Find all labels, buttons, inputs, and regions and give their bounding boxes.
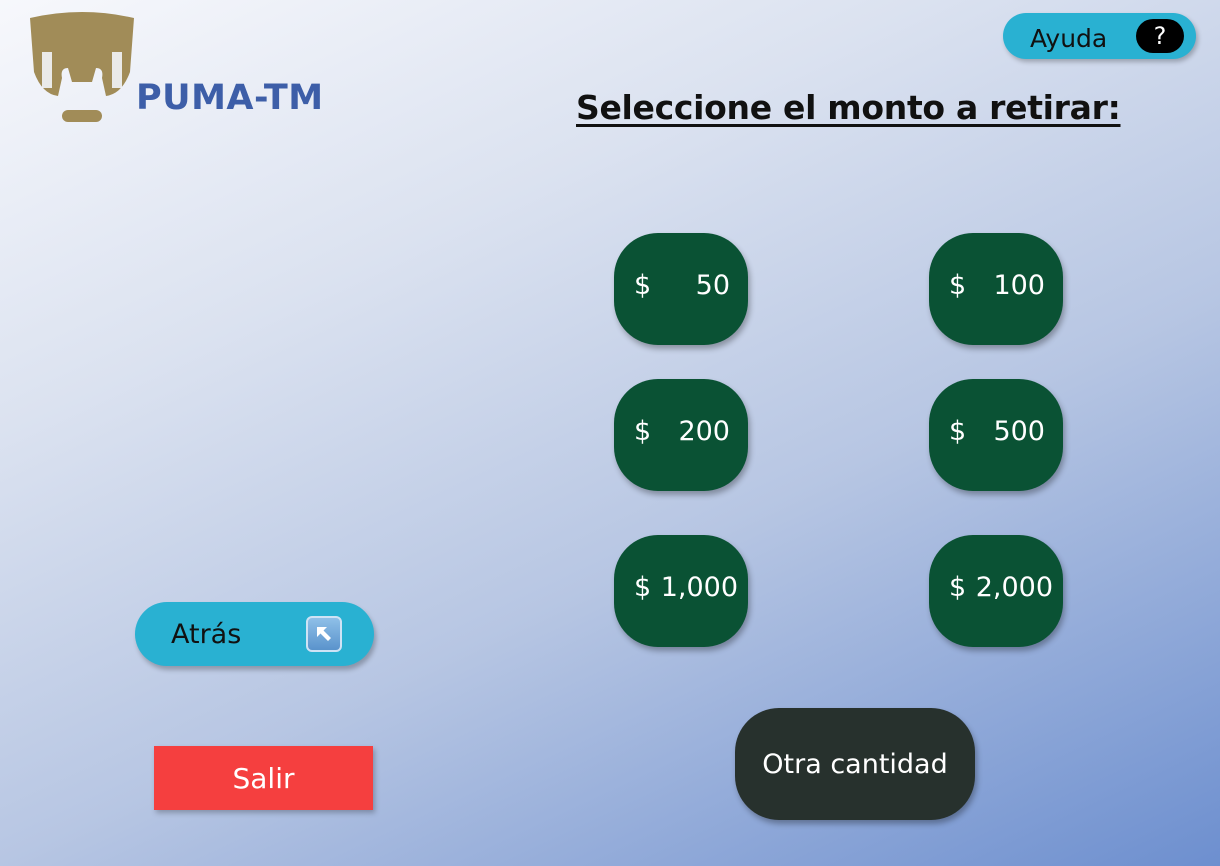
help-label: Ayuda xyxy=(1030,24,1108,53)
amount-button-100[interactable]: $ 100 xyxy=(929,233,1063,345)
amount-value: 1,000 xyxy=(660,572,738,603)
brand-name: PUMA-TM xyxy=(136,78,324,118)
amount-button-200[interactable]: $ 200 xyxy=(614,379,748,491)
currency-symbol: $ xyxy=(634,416,652,447)
other-amount-button[interactable]: Otra cantidad xyxy=(735,708,975,820)
puma-logo xyxy=(30,12,134,122)
back-button[interactable]: Atrás xyxy=(135,602,374,666)
amount-button-2000[interactable]: $ 2,000 xyxy=(929,535,1063,647)
amount-value: 200 xyxy=(678,416,730,447)
amount-value: 500 xyxy=(993,416,1045,447)
currency-symbol: $ xyxy=(949,270,967,301)
currency-symbol: $ xyxy=(949,416,967,447)
currency-symbol: $ xyxy=(634,270,652,301)
currency-symbol: $ xyxy=(634,572,652,603)
exit-button[interactable]: Salir xyxy=(154,746,373,810)
arrow-up-left-icon xyxy=(306,616,342,652)
question-icon: ? xyxy=(1136,19,1184,53)
amount-value: 2,000 xyxy=(975,572,1053,603)
amount-button-1000[interactable]: $ 1,000 xyxy=(614,535,748,647)
page-title: Seleccione el monto a retirar: xyxy=(576,88,1121,127)
amount-button-50[interactable]: $ 50 xyxy=(614,233,748,345)
currency-symbol: $ xyxy=(949,572,967,603)
amount-value: 50 xyxy=(695,270,730,301)
amount-button-500[interactable]: $ 500 xyxy=(929,379,1063,491)
amount-value: 100 xyxy=(993,270,1045,301)
help-button[interactable]: Ayuda ? xyxy=(1003,13,1196,59)
back-label: Atrás xyxy=(171,619,242,650)
